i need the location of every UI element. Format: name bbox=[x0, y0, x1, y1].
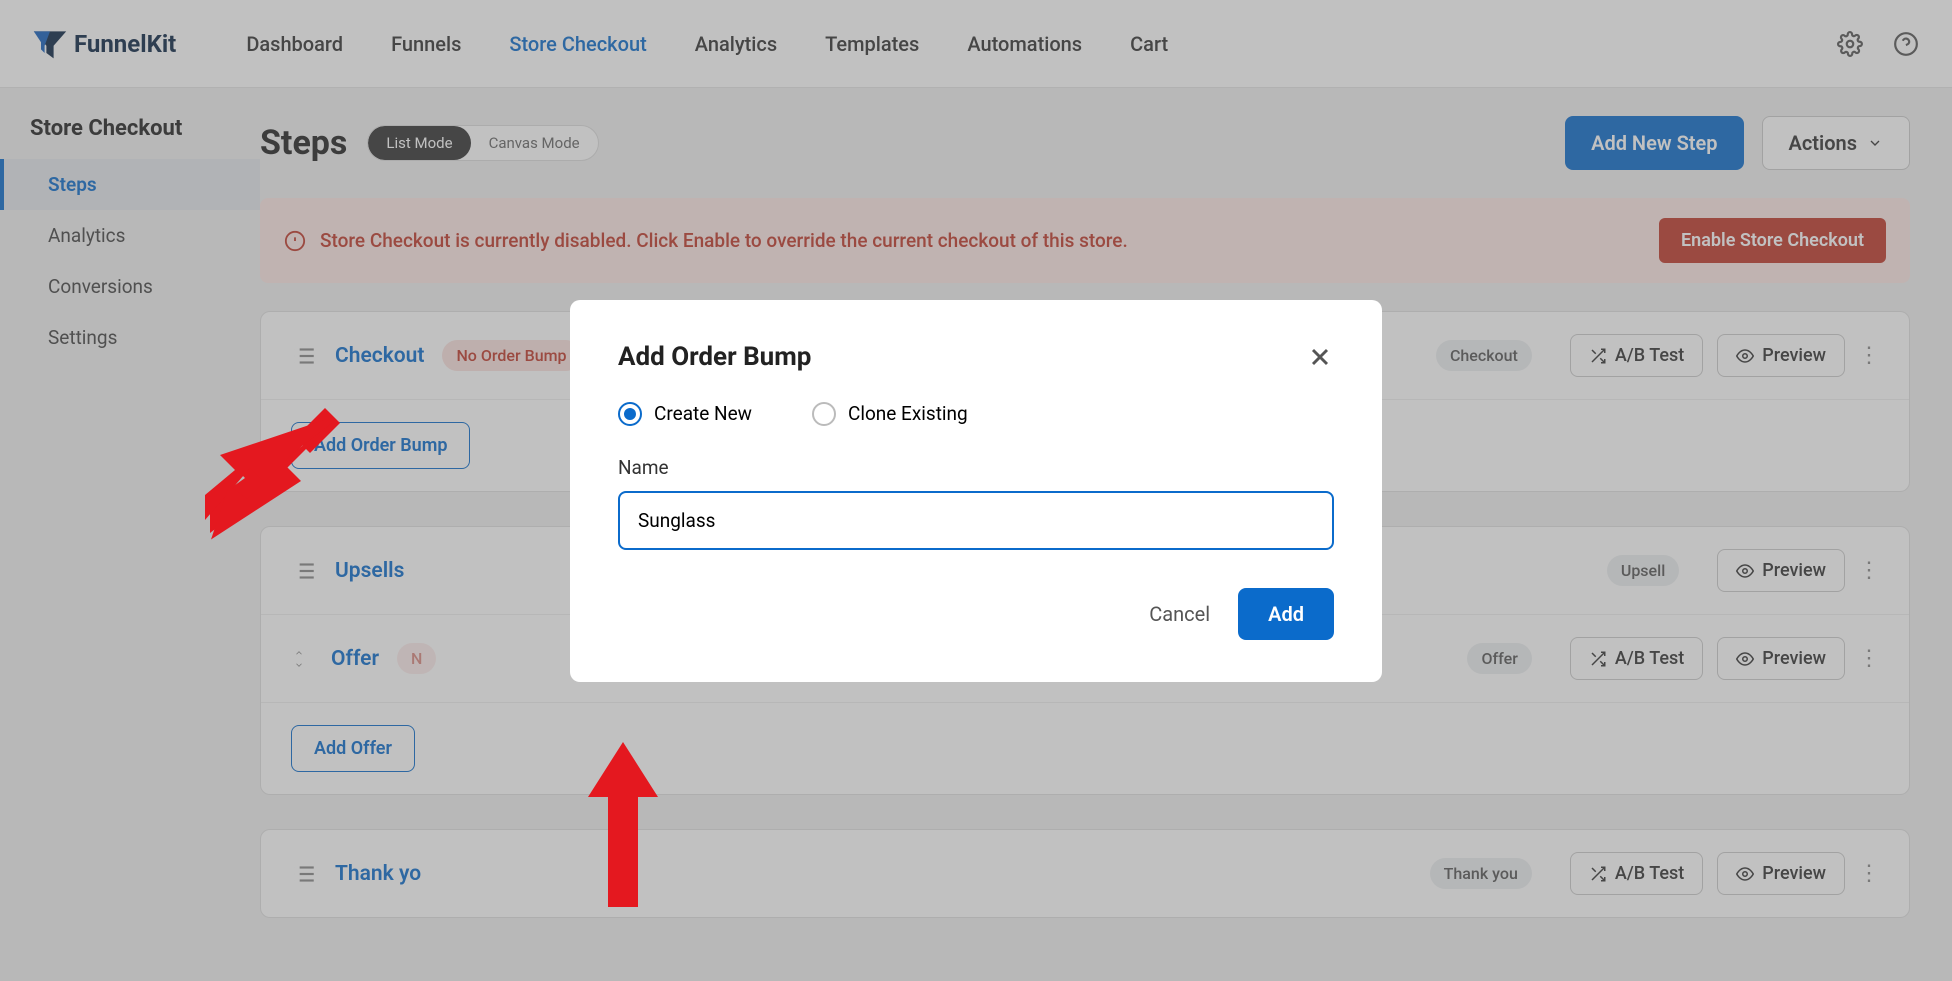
cancel-button[interactable]: Cancel bbox=[1149, 602, 1210, 626]
name-label: Name bbox=[618, 456, 1334, 479]
radio-unchecked-icon bbox=[812, 402, 836, 426]
radio-clone-existing[interactable]: Clone Existing bbox=[812, 402, 968, 426]
radio-create-new[interactable]: Create New bbox=[618, 402, 752, 426]
radio-checked-icon bbox=[618, 402, 642, 426]
add-order-bump-modal: Add Order Bump Create New Clone Existing… bbox=[570, 300, 1382, 682]
modal-title: Add Order Bump bbox=[618, 342, 811, 372]
name-input[interactable] bbox=[618, 491, 1334, 550]
add-button[interactable]: Add bbox=[1238, 588, 1334, 640]
close-icon[interactable] bbox=[1306, 343, 1334, 371]
